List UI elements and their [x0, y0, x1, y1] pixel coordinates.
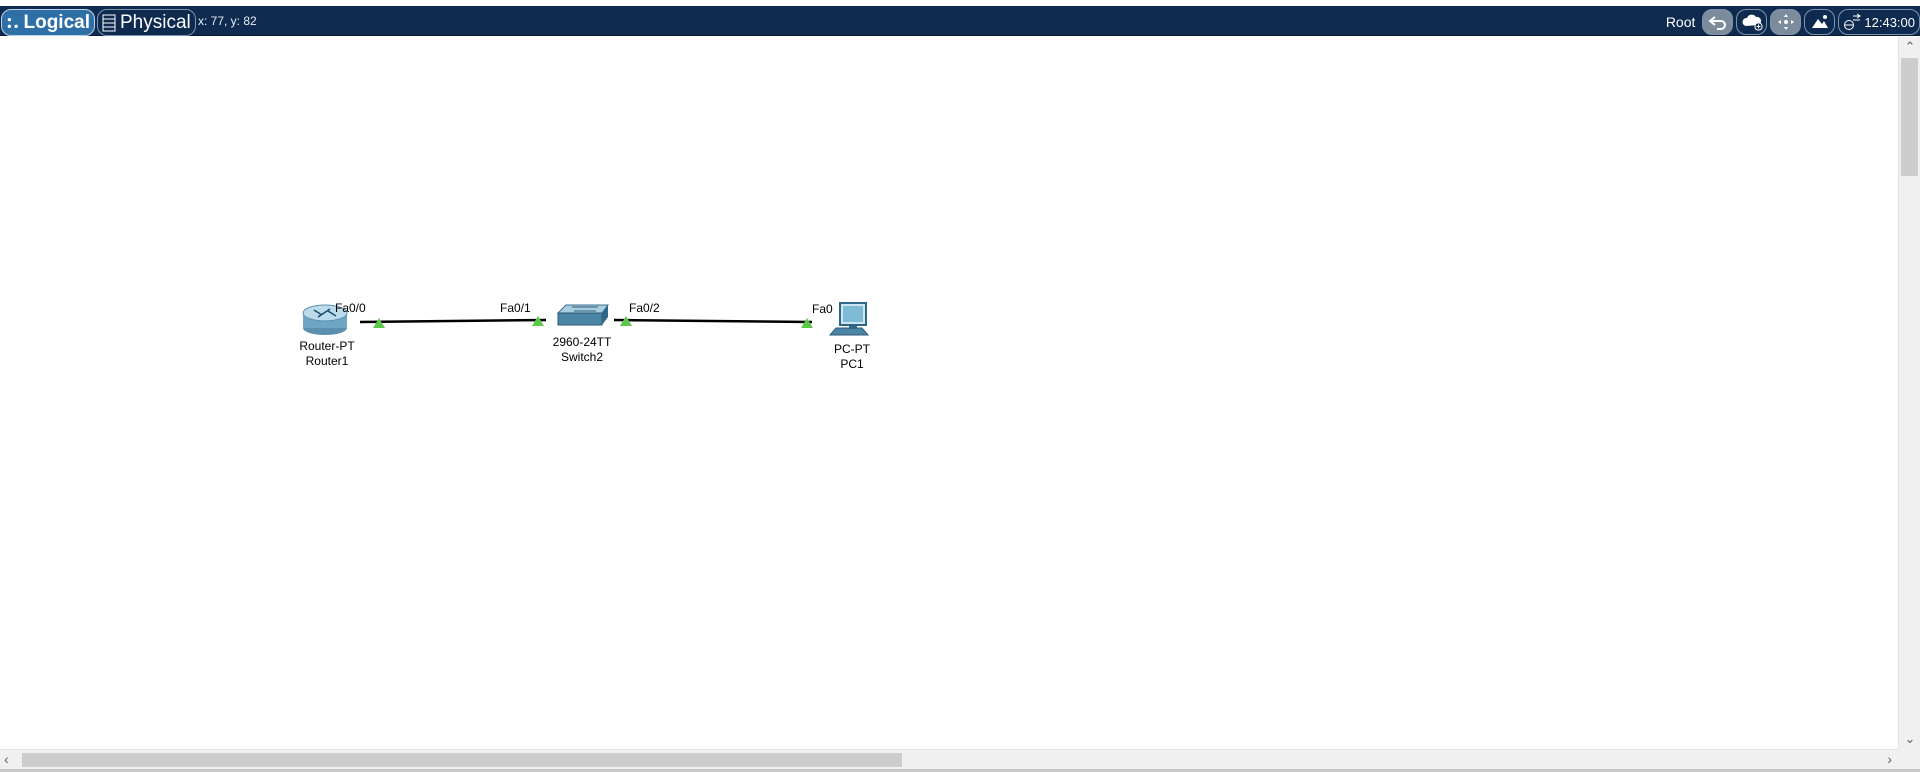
move-button[interactable] [1770, 9, 1802, 35]
rack-icon [102, 14, 116, 31]
viewport-icon [1844, 13, 1862, 30]
horizontal-scrollbar[interactable]: ‹ › [0, 749, 1898, 769]
workspace-toolbar: Logical Physical x: 77, y: 82 Root 12:43… [0, 6, 1920, 36]
clock-display[interactable]: 12:43:00 [1838, 9, 1920, 35]
background-image-button[interactable] [1804, 9, 1836, 35]
pc-model: PC-PT [834, 342, 870, 356]
pc-name: PC1 [840, 357, 864, 371]
link-router-switch[interactable] [359, 318, 547, 324]
network-nodes-icon [7, 17, 18, 28]
scrollbar-corner [1898, 749, 1920, 769]
router-name: Router1 [305, 354, 349, 368]
vertical-scroll-thumb[interactable] [1901, 58, 1918, 176]
clock-text: 12:43:00 [1864, 14, 1915, 30]
root-label: Root [1665, 14, 1696, 30]
cursor-coordinates: x: 77, y: 82 [198, 14, 257, 28]
back-button[interactable] [1702, 9, 1734, 35]
router-label[interactable]: Router-PT Router1 [287, 339, 367, 369]
scroll-right-icon[interactable]: › [1887, 751, 1892, 767]
cloud-add-icon [1742, 14, 1763, 31]
port-label-switch-fa0-2: Fa0/2 [629, 301, 660, 315]
physical-tab-label: Physical [120, 11, 191, 33]
scroll-down-icon[interactable]: ⌄ [1899, 731, 1920, 747]
back-arrow-icon [1708, 16, 1726, 30]
switch-icon[interactable] [556, 304, 609, 326]
cloud-add-button[interactable] [1736, 9, 1768, 35]
switch-model: 2960-24TT [552, 335, 612, 349]
horizontal-scroll-thumb[interactable] [22, 753, 902, 767]
vertical-scrollbar[interactable]: ⌃ ⌄ [1898, 37, 1920, 749]
logical-view-tab[interactable]: Logical [1, 9, 95, 36]
link-switch-pc[interactable] [613, 318, 813, 324]
topology-diagram [302, 302, 870, 336]
pc-icon[interactable] [828, 302, 870, 336]
logical-workspace-canvas[interactable]: Fa0/0 Fa0/1 Fa0/2 Fa0 Router-PT Router1 … [0, 37, 1898, 749]
scroll-left-icon[interactable]: ‹ [4, 751, 9, 767]
port-label-switch-fa0-1: Fa0/1 [500, 301, 531, 315]
logical-tab-label: Logical [23, 11, 90, 33]
pc-label[interactable]: PC-PT PC1 [812, 342, 892, 372]
move-icon [1777, 14, 1794, 30]
switch-label[interactable]: 2960-24TT Switch2 [542, 335, 622, 365]
switch-name: Switch2 [560, 350, 604, 364]
physical-view-tab[interactable]: Physical [97, 9, 196, 36]
scroll-up-icon[interactable]: ⌃ [1899, 39, 1920, 55]
toolbar-right-group: Root 12:43:00 [1666, 9, 1920, 35]
router-model: Router-PT [299, 339, 355, 353]
background-image-icon [1811, 15, 1828, 28]
port-label-pc-fa0: Fa0 [812, 302, 833, 316]
port-label-router-fa0-0: Fa0/0 [335, 301, 366, 315]
